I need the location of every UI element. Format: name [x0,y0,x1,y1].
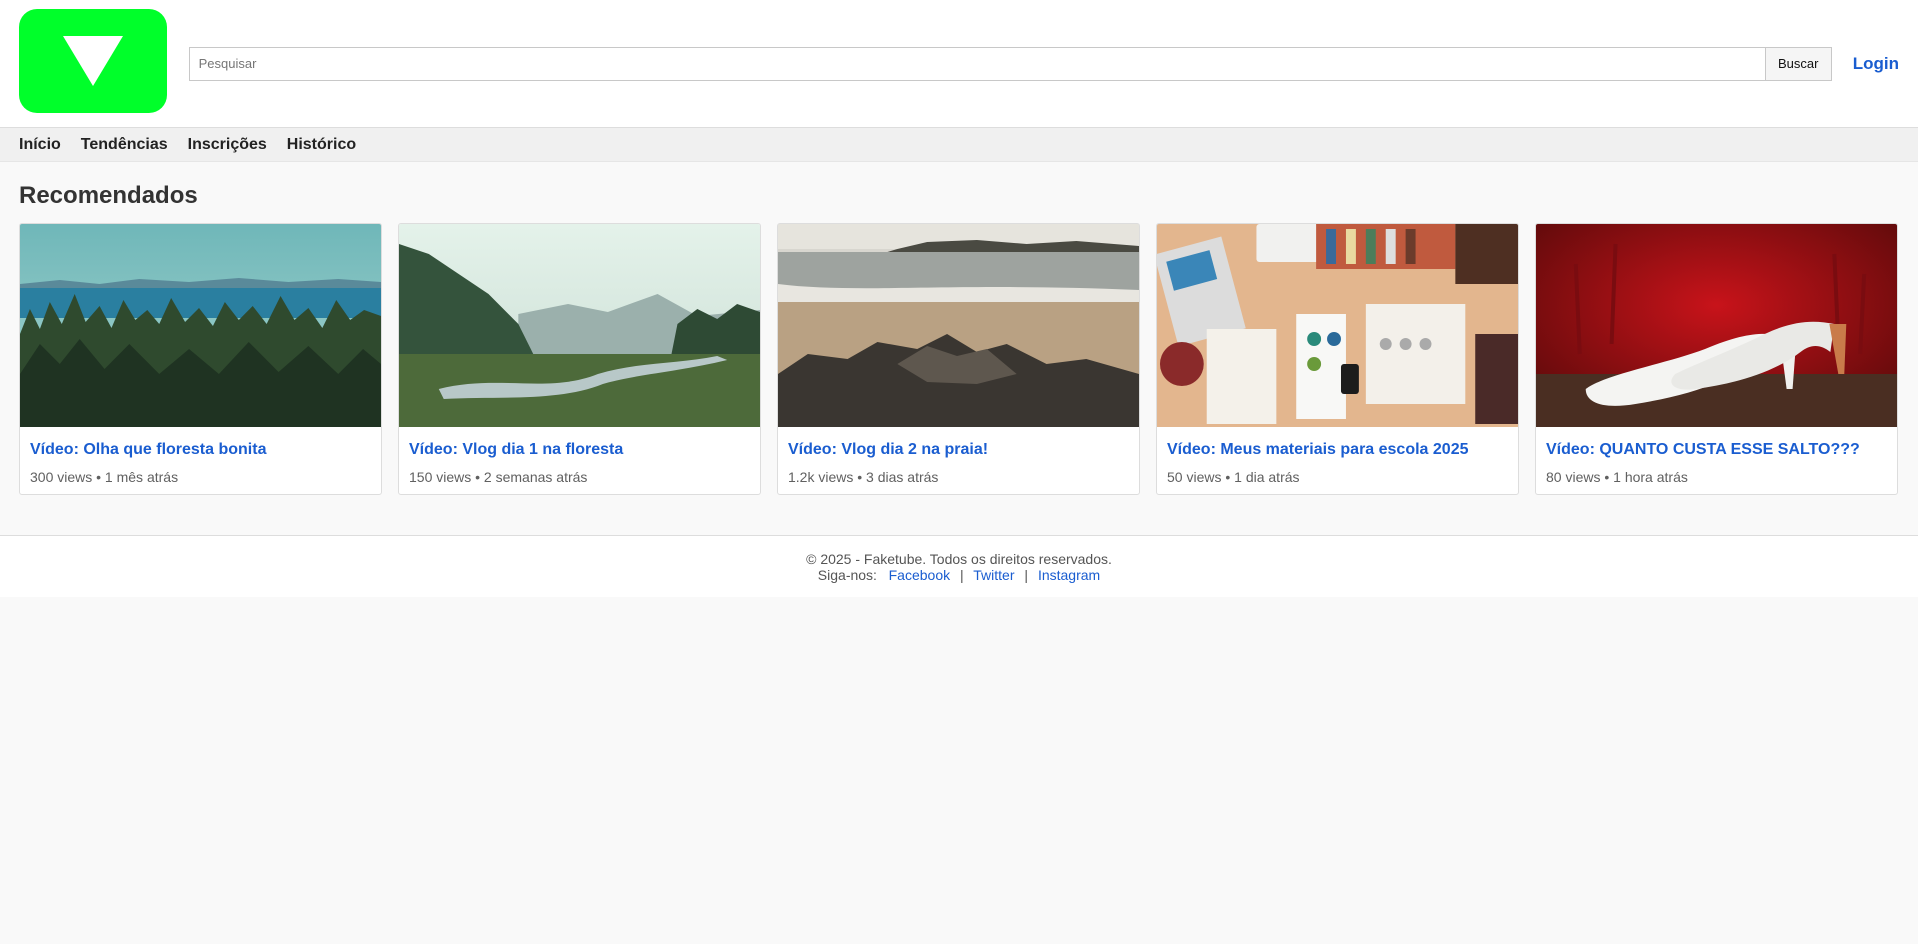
video-title[interactable]: Vídeo: Olha que floresta bonita [30,440,371,460]
video-grid: Vídeo: Olha que floresta bonita 300 view… [19,223,1899,495]
video-thumbnail-desk[interactable] [1157,224,1518,427]
twitter-link[interactable]: Twitter [973,567,1014,583]
site-header: Buscar Login [0,0,1918,128]
separator: | [1024,567,1029,583]
video-title[interactable]: Vídeo: Meus materiais para escola 2025 [1167,440,1508,460]
video-card[interactable]: Vídeo: Vlog dia 1 na floresta 150 views … [398,223,761,495]
nav-item-inscricoes[interactable]: Inscrições [188,136,267,154]
instagram-link[interactable]: Instagram [1038,567,1100,583]
nav-bar: Início Tendências Inscrições Histórico [0,128,1918,162]
video-title[interactable]: Vídeo: Vlog dia 2 na praia! [788,440,1129,460]
video-meta: 1.2k views • 3 dias atrás [788,469,939,485]
logo[interactable] [19,8,167,113]
nav-item-tendencias[interactable]: Tendências [81,136,168,154]
separator: | [960,567,964,583]
video-thumbnail-river[interactable] [399,224,760,427]
nav-item-inicio[interactable]: Início [19,136,61,154]
facebook-link[interactable]: Facebook [889,567,950,583]
video-title[interactable]: Vídeo: QUANTO CUSTA ESSE SALTO??? [1546,440,1887,460]
play-triangle-icon [62,35,123,86]
video-card[interactable]: Vídeo: Olha que floresta bonita 300 view… [19,223,382,495]
search-input[interactable] [188,46,1765,81]
video-card[interactable]: Vídeo: Meus materiais para escola 2025 5… [1156,223,1519,495]
video-meta: 50 views • 1 dia atrás [1167,469,1300,485]
section-title: Recomendados [19,182,198,209]
video-card[interactable]: Vídeo: Vlog dia 2 na praia! 1.2k views •… [777,223,1140,495]
video-card[interactable]: Vídeo: QUANTO CUSTA ESSE SALTO??? 80 vie… [1535,223,1898,495]
video-meta: 300 views • 1 mês atrás [30,469,179,485]
video-thumbnail-heels[interactable] [1536,224,1897,427]
site-footer: © 2025 - Faketube. Todos os direitos res… [0,535,1918,597]
search-button[interactable]: Buscar [1764,46,1832,81]
follow-label: Siga-nos: [817,567,877,583]
video-title[interactable]: Vídeo: Vlog dia 1 na floresta [409,440,750,460]
login-link[interactable]: Login [1853,54,1899,74]
social-links: Siga-nos: Facebook | Twitter | Instagram [0,567,1918,583]
nav-item-historico[interactable]: Histórico [287,136,356,154]
video-thumbnail-beach[interactable] [778,224,1139,427]
search-bar: Buscar [188,46,1832,81]
main-content: Recomendados Vídeo: Olha que floresta bo… [0,180,1918,495]
video-meta: 80 views • 1 hora atrás [1546,469,1688,485]
video-meta: 150 views • 2 semanas atrás [409,469,588,485]
video-thumbnail-forest[interactable] [20,224,381,427]
copyright-text: © 2025 - Faketube. Todos os direitos res… [806,551,1112,567]
